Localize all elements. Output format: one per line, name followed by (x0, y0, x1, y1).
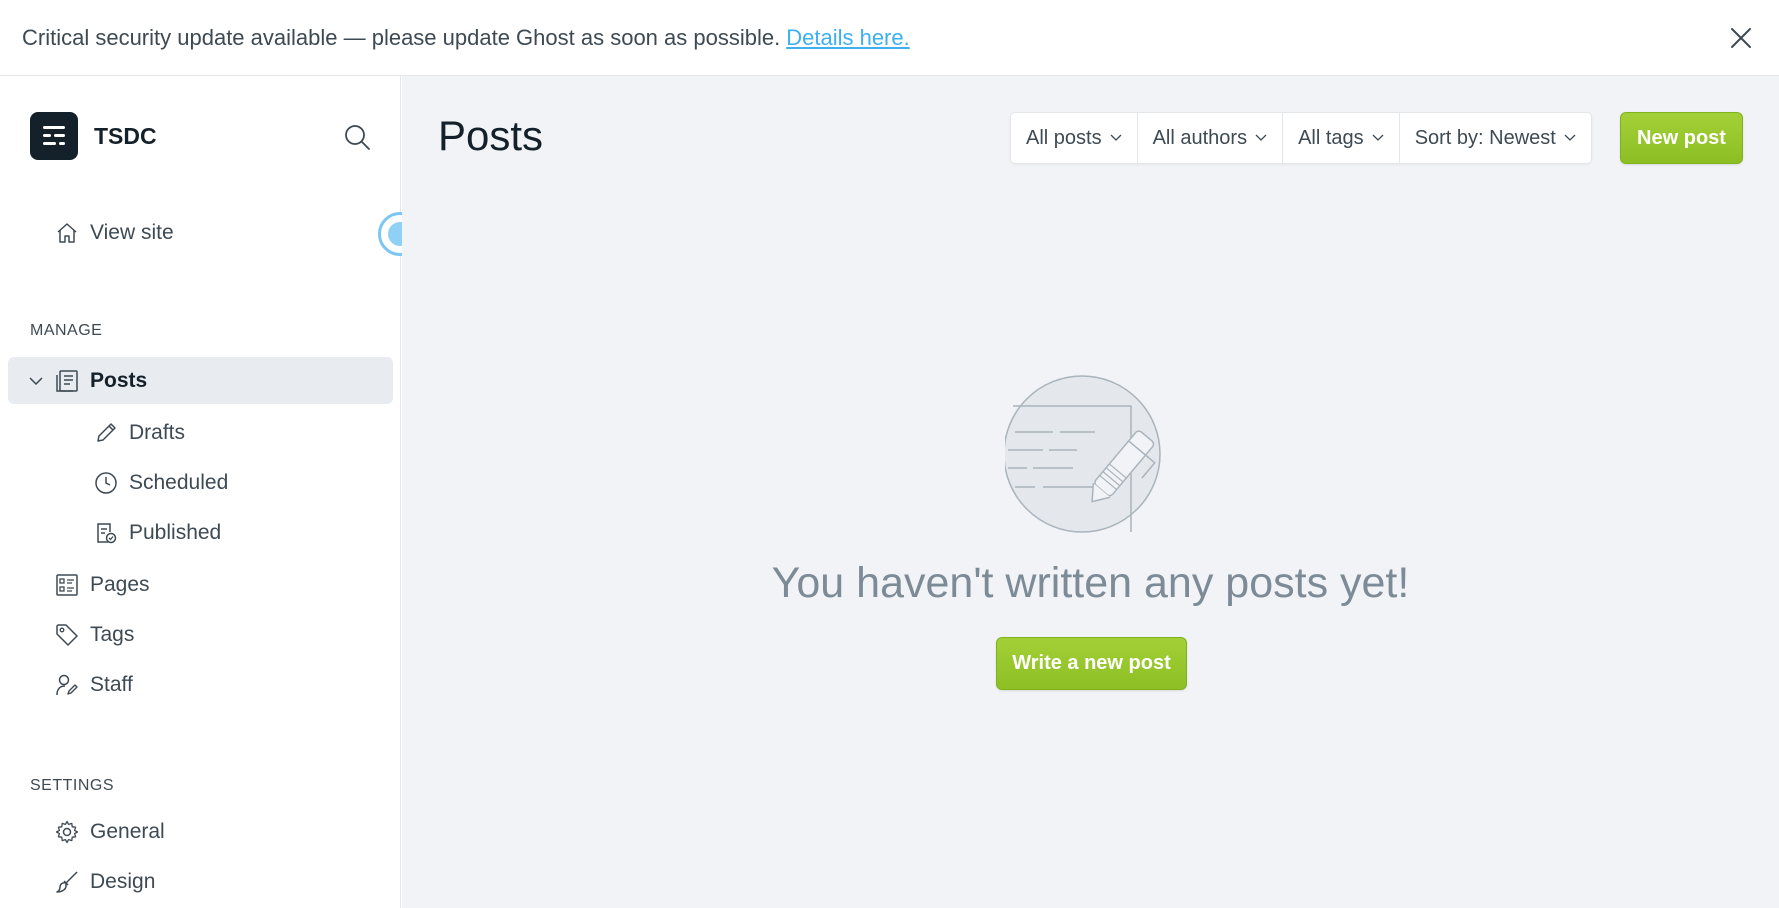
new-post-button[interactable]: New post (1620, 112, 1743, 164)
empty-posts-illustration-icon (1005, 375, 1161, 533)
search-icon[interactable] (342, 122, 372, 152)
posts-icon (54, 368, 80, 394)
banner-details-link[interactable]: Details here. (786, 25, 910, 51)
sidebar-item-published[interactable]: Published (93, 520, 221, 546)
sidebar-item-label: View site (90, 221, 174, 244)
sidebar-item-label: Drafts (129, 421, 186, 444)
gear-icon (54, 819, 80, 845)
brand-name: TSDC (94, 122, 157, 149)
chevron-down-icon (1110, 134, 1122, 141)
sidebar-item-label: Pages (90, 573, 150, 596)
settings-section-label: SETTINGS (30, 777, 115, 794)
chevron-down-icon (1564, 134, 1576, 141)
chevron-down-icon[interactable] (28, 368, 44, 394)
sidebar-item-tags[interactable]: Tags (54, 622, 134, 648)
chevron-down-icon (1255, 134, 1267, 141)
filter-label: Sort by: Newest (1414, 126, 1556, 149)
close-icon[interactable] (1727, 24, 1755, 52)
sidebar-item-pages[interactable]: Pages (54, 572, 150, 598)
filter-label: All posts (1026, 126, 1102, 149)
main-content: Posts All posts All authors All tags Sor… (402, 76, 1779, 908)
sidebar: TSDC View site MANAGE Posts Drafts Sched… (0, 76, 401, 908)
ghost-logo-icon (43, 126, 65, 145)
write-new-post-button[interactable]: Write a new post (996, 637, 1187, 690)
sidebar-item-drafts[interactable]: Drafts (93, 420, 185, 446)
security-banner: Critical security update available — ple… (0, 0, 1779, 76)
sidebar-item-general[interactable]: General (54, 819, 165, 845)
sidebar-item-label: General (90, 820, 165, 843)
pencil-icon (93, 420, 119, 446)
clock-icon (93, 470, 119, 496)
page-title: Posts (438, 112, 544, 159)
sidebar-item-label: Staff (90, 673, 133, 696)
pages-icon (54, 572, 80, 598)
sidebar-item-posts[interactable]: Posts (28, 368, 147, 394)
manage-section-label: MANAGE (30, 322, 103, 339)
sidebar-item-design[interactable]: Design (54, 869, 155, 895)
sidebar-item-label: Posts (90, 369, 148, 392)
published-icon (93, 520, 119, 546)
brand-logo (30, 112, 78, 160)
tag-icon (54, 622, 80, 648)
chevron-down-icon (1372, 134, 1384, 141)
sidebar-item-scheduled[interactable]: Scheduled (93, 470, 228, 496)
sidebar-item-label: Tags (90, 623, 135, 646)
filter-label: All authors (1152, 126, 1248, 149)
filter-bar: All posts All authors All tags Sort by: … (1010, 112, 1592, 164)
sidebar-item-staff[interactable]: Staff (54, 672, 133, 698)
brand[interactable]: TSDC (30, 112, 157, 160)
sidebar-item-view-site[interactable]: View site (54, 220, 174, 246)
staff-icon (54, 672, 80, 698)
sidebar-item-label: Published (129, 521, 222, 544)
home-icon (54, 220, 80, 246)
sidebar-item-label: Scheduled (129, 471, 229, 494)
filter-authors-dropdown[interactable]: All authors (1138, 113, 1284, 163)
banner-message: Critical security update available — ple… (22, 24, 781, 50)
filter-posts-dropdown[interactable]: All posts (1011, 113, 1138, 163)
filter-label: All tags (1298, 126, 1364, 149)
brush-icon (54, 869, 80, 895)
sidebar-item-label: Design (90, 870, 156, 893)
empty-state-message: You haven't written any posts yet! (771, 559, 1410, 607)
sort-dropdown[interactable]: Sort by: Newest (1400, 113, 1591, 163)
filter-tags-dropdown[interactable]: All tags (1283, 113, 1400, 163)
